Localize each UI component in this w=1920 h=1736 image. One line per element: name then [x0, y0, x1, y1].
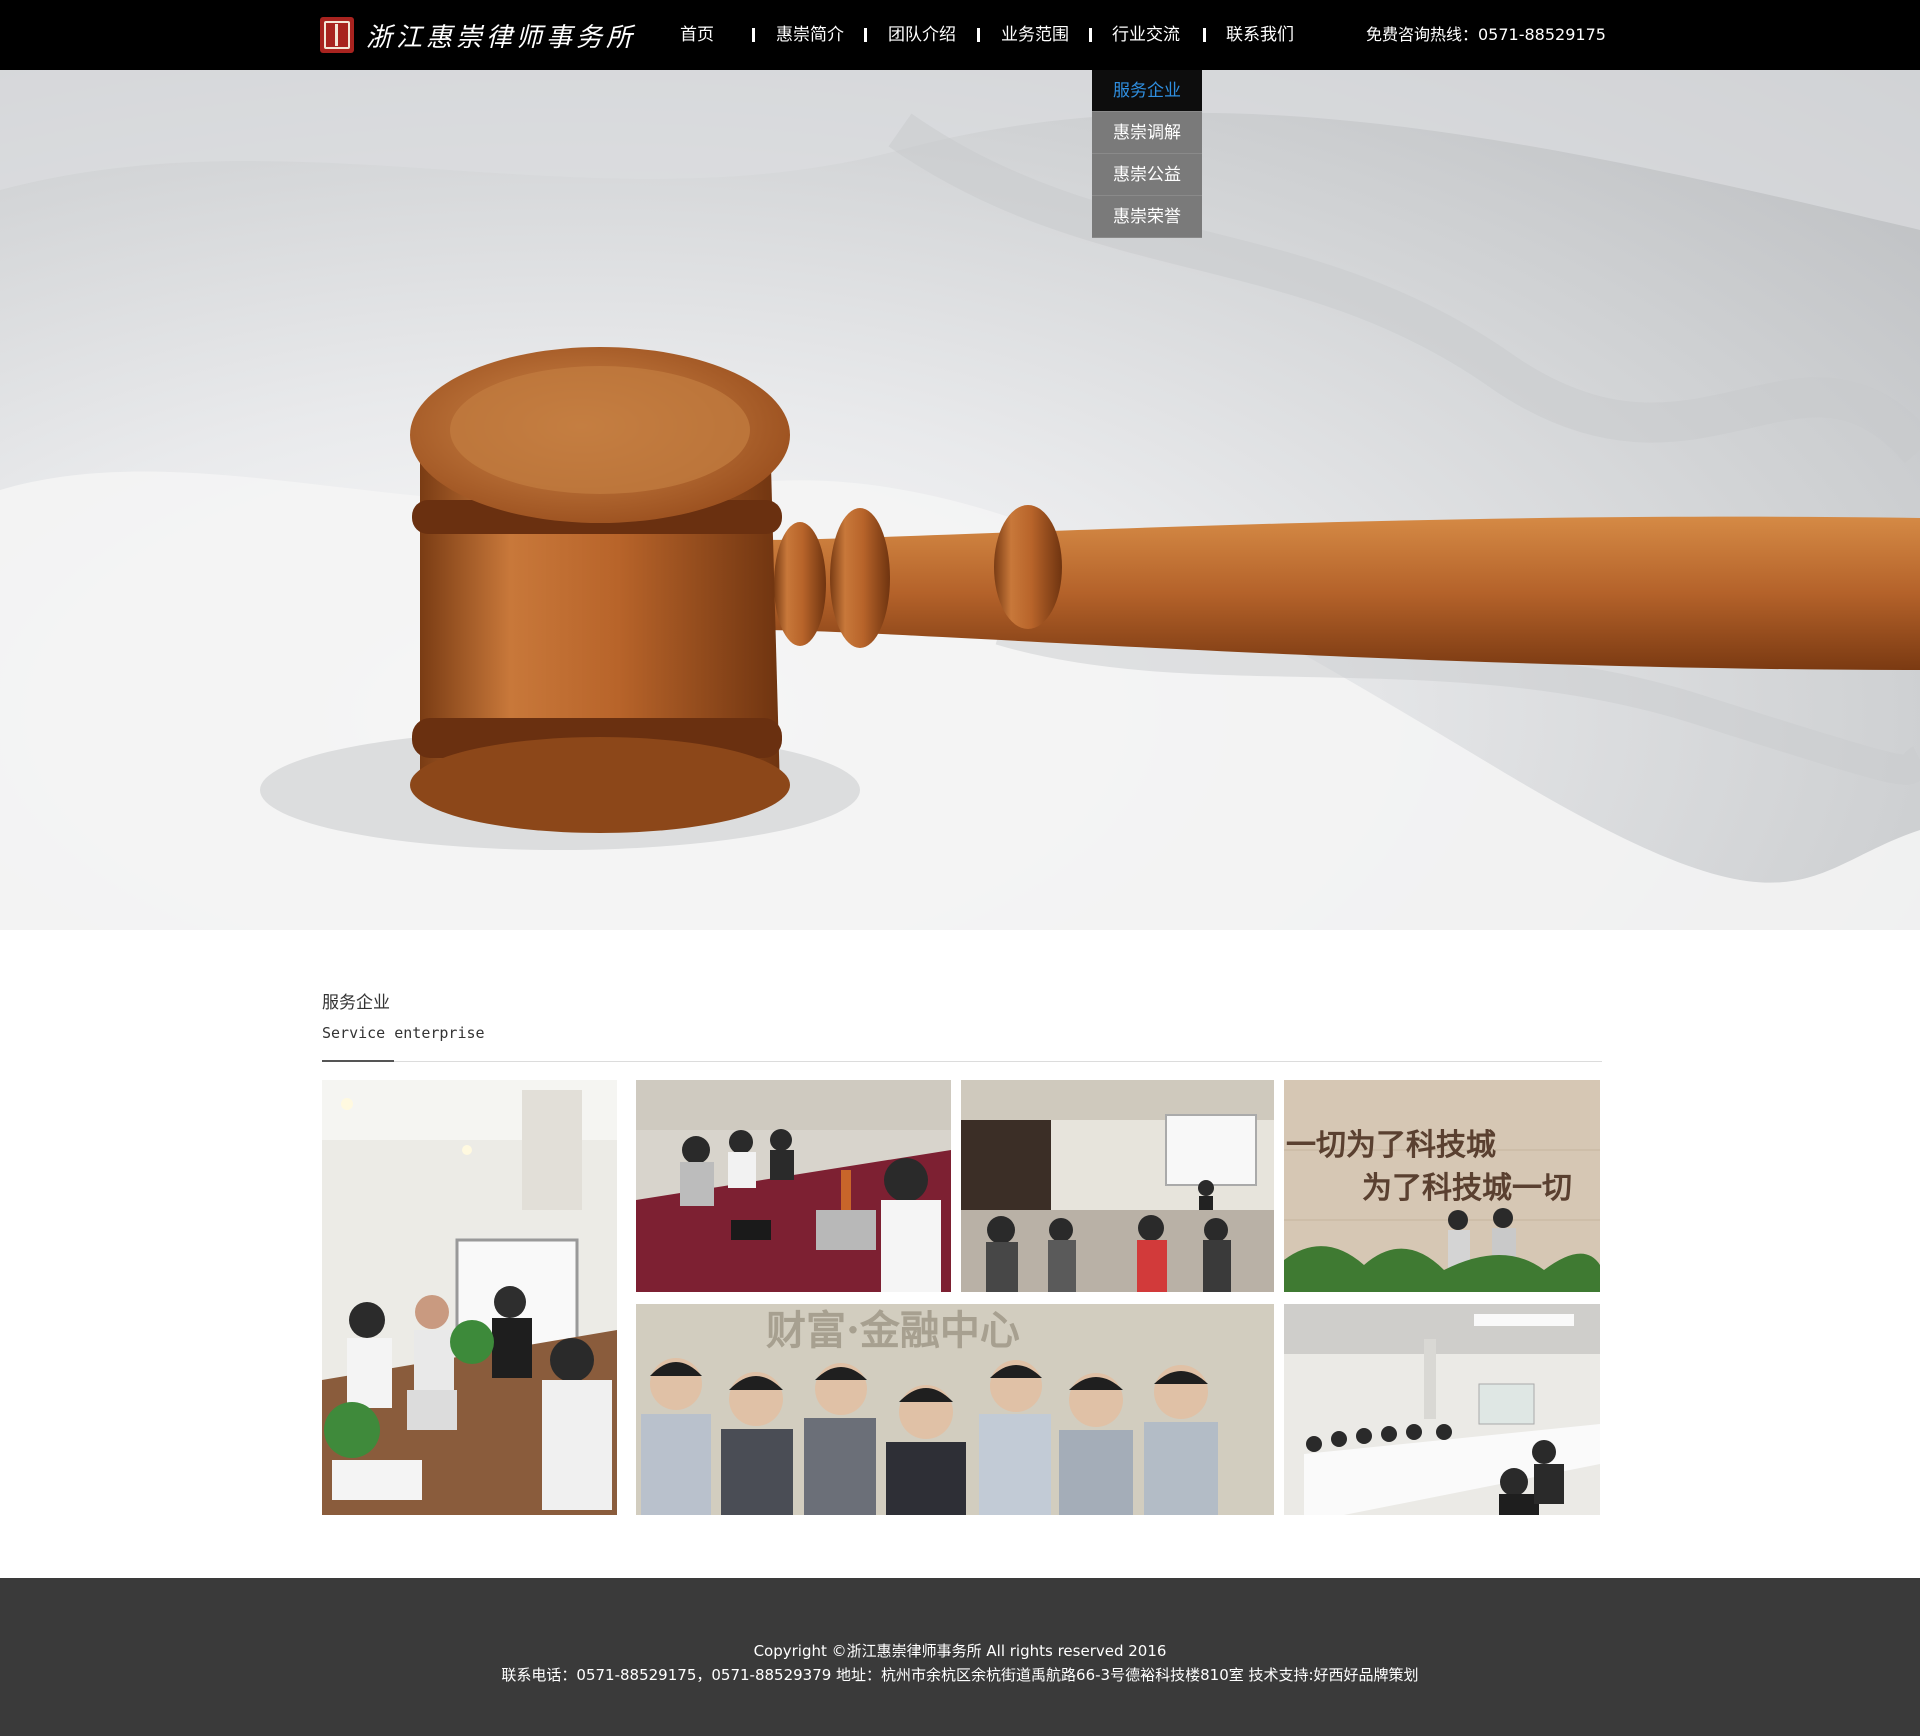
nav-separator	[1089, 28, 1092, 42]
nav-home[interactable]: 首页	[672, 0, 722, 70]
banner-text: 财富·金融中心	[766, 1307, 1020, 1354]
photo-conference-table[interactable]	[636, 1080, 951, 1292]
nav-exchange[interactable]: 行业交流	[1108, 0, 1184, 70]
photo-meeting-room[interactable]	[322, 1080, 617, 1515]
exchange-dropdown-menu: 服务企业 惠崇调解 惠崇公益 惠崇荣誉	[1092, 70, 1202, 238]
nav-team[interactable]: 团队介绍	[884, 0, 960, 70]
footer-contact-info: 联系电话：0571-88529175，0571-88529379 地址：杭州市余…	[501, 1666, 1419, 1684]
logo-text: 浙江惠崇律师事务所	[366, 22, 637, 53]
hotline-text: 免费咨询热线：0571-88529175	[1366, 25, 1606, 44]
dropdown-item-service-enterprise[interactable]: 服务企业	[1092, 70, 1202, 112]
slogan-line-2: 为了科技城一切	[1362, 1171, 1572, 1206]
nav-contact[interactable]: 联系我们	[1222, 0, 1298, 70]
section-divider	[322, 1061, 1602, 1062]
section-title: 服务企业	[322, 993, 390, 1013]
photo-slogan-wall[interactable]: 一切为了科技城 为了科技城一切	[1284, 1080, 1600, 1292]
top-navigation-bar: 浙江惠崇律师事务所 首页 惠崇简介 团队介绍 业务范围 行业交流 联系我们 免费…	[0, 0, 1920, 70]
nav-separator	[1203, 28, 1206, 42]
dropdown-item-honors[interactable]: 惠崇荣誉	[1092, 196, 1202, 238]
dropdown-item-mediation[interactable]: 惠崇调解	[1092, 112, 1202, 154]
footer-copyright: Copyright ©浙江惠崇律师事务所 All rights reserved…	[753, 1642, 1167, 1660]
section-divider-accent	[322, 1060, 394, 1062]
nav-business[interactable]: 业务范围	[997, 0, 1073, 70]
section-subtitle: Service enterprise	[322, 1024, 485, 1042]
site-footer: Copyright ©浙江惠崇律师事务所 All rights reserved…	[0, 1578, 1920, 1736]
photo-seminar-hall[interactable]	[961, 1080, 1274, 1292]
nav-separator	[977, 28, 980, 42]
hero-banner	[0, 70, 1920, 930]
slogan-line-1: 一切为了科技城	[1286, 1128, 1496, 1163]
nav-about[interactable]: 惠崇简介	[772, 0, 848, 70]
nav-separator	[752, 28, 755, 42]
photo-team-group[interactable]: 财富·金融中心	[636, 1304, 1274, 1515]
dropdown-item-public-welfare[interactable]: 惠崇公益	[1092, 154, 1202, 196]
nav-separator	[864, 28, 867, 42]
seal-icon	[320, 17, 354, 53]
site-logo[interactable]: 浙江惠崇律师事务所	[320, 16, 636, 54]
photo-training-room[interactable]	[1284, 1304, 1600, 1515]
gavel-illustration	[0, 70, 1920, 930]
